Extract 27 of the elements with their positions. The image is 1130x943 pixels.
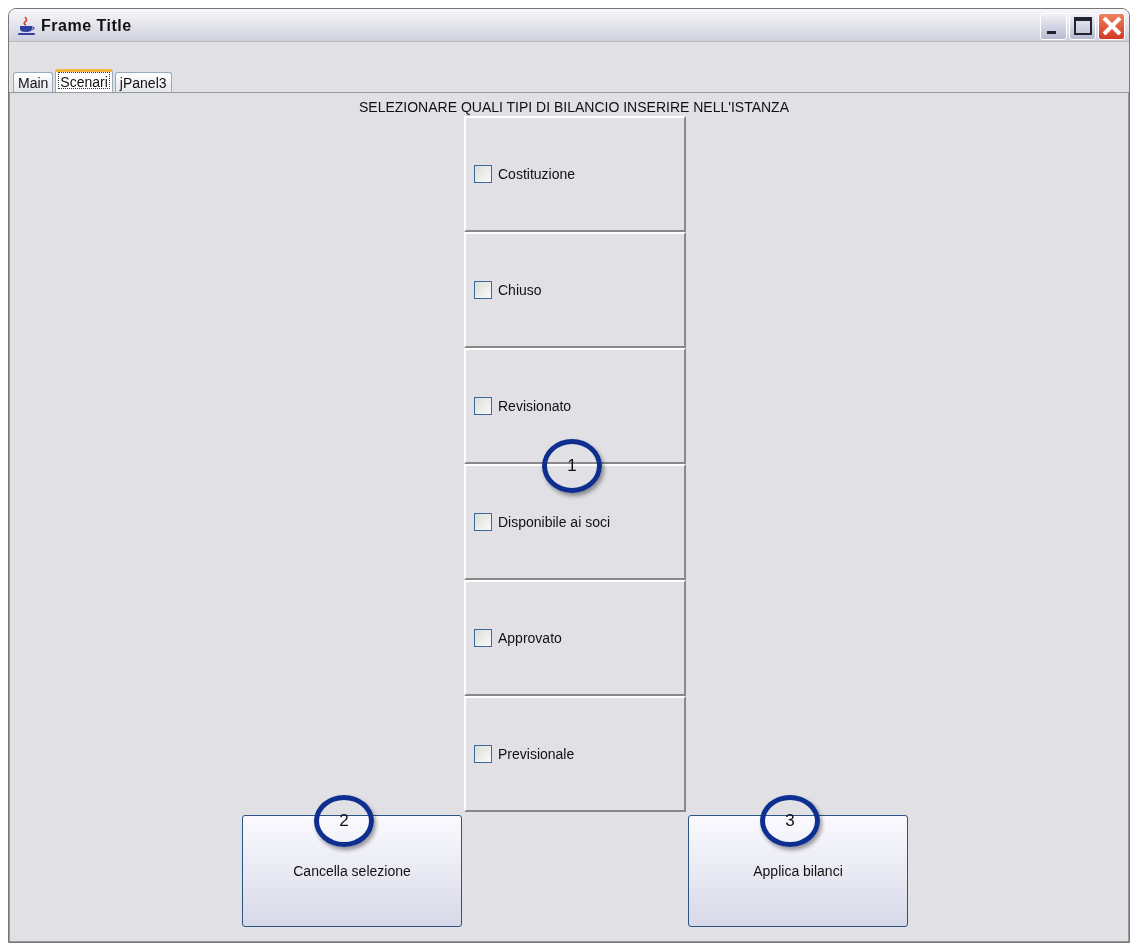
checkbox[interactable]: [474, 745, 492, 763]
checkbox-label[interactable]: Costituzione: [498, 166, 576, 182]
close-icon: [1100, 15, 1123, 37]
checkbox-label[interactable]: Approvato: [498, 630, 562, 646]
tab[interactable]: Main: [13, 72, 54, 92]
maximize-button[interactable]: [1069, 12, 1096, 40]
maximize-icon: [1071, 15, 1094, 37]
checkbox-label[interactable]: Chiuso: [498, 282, 542, 298]
checkbox-label[interactable]: Previsionale: [498, 746, 575, 762]
checkbox-label[interactable]: Disponibile ai soci: [498, 514, 611, 530]
checkbox[interactable]: [474, 513, 492, 531]
checkbox[interactable]: [474, 397, 492, 415]
heading: SELEZIONARE QUALI TIPI DI BILANCIO INSERIRE NELL'ISTANZA: [358, 99, 789, 115]
window-title: Frame Title: [41, 17, 132, 35]
checkbox[interactable]: [474, 281, 492, 299]
minimize-icon: [1047, 30, 1056, 34]
close-button[interactable]: [1098, 12, 1125, 40]
callout-marker: 2: [314, 795, 374, 847]
callout-marker: 3: [760, 795, 820, 847]
checkbox-label[interactable]: Revisionato: [498, 398, 572, 414]
coffee-cup-icon: [17, 16, 37, 36]
checkbox[interactable]: [474, 629, 492, 647]
minimize-button[interactable]: [1040, 12, 1067, 40]
checkbox[interactable]: [474, 165, 492, 183]
callout-marker: 1: [542, 439, 602, 493]
tab[interactable]: Scenari: [55, 69, 113, 92]
tab[interactable]: jPanel3: [114, 72, 172, 92]
